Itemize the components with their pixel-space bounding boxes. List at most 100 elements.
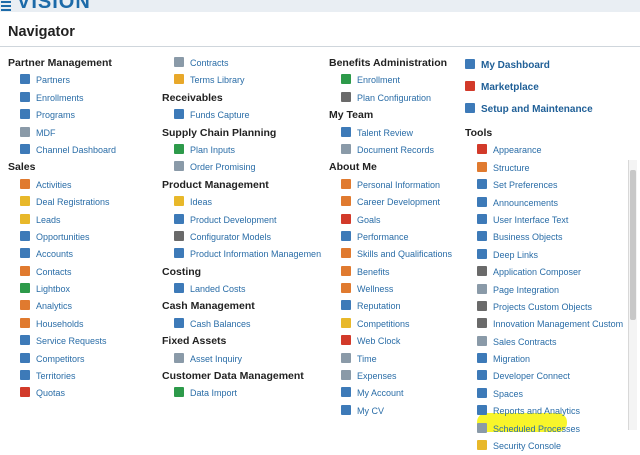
- nav-item-career-development[interactable]: Career Development: [329, 194, 459, 211]
- nav-item-application-composer[interactable]: Application Composer: [465, 264, 625, 281]
- nav-item-label: Scheduled Processes: [493, 423, 581, 434]
- nav-item-label: Skills and Qualifications: [357, 249, 453, 260]
- nav-item-territories[interactable]: Territories: [8, 368, 158, 385]
- nav-item-label: Product Development: [190, 214, 277, 225]
- nav-item-label: Document Records: [357, 144, 435, 155]
- hamburger-icon[interactable]: [1, 0, 11, 11]
- nav-item-label: Talent Review: [357, 127, 414, 138]
- enrollments-icon: [20, 91, 30, 102]
- nav-item-reputation[interactable]: Reputation: [329, 298, 459, 315]
- link-label: Setup and Maintenance: [481, 104, 593, 115]
- nav-item-product-information-managemen[interactable]: Product Information Managemen...: [162, 246, 322, 263]
- nav-item-appearance[interactable]: Appearance: [465, 142, 625, 159]
- nav-item-label: Application Composer: [493, 267, 582, 278]
- nav-item-goals[interactable]: Goals: [329, 212, 459, 229]
- nav-item-web-clock[interactable]: Web Clock: [329, 333, 459, 350]
- nav-item-personal-information[interactable]: Personal Information: [329, 177, 459, 194]
- mdf-icon: [20, 126, 30, 137]
- nav-item-landed-costs[interactable]: Landed Costs: [162, 281, 322, 298]
- nav-item-product-development[interactable]: Product Development: [162, 212, 322, 229]
- quotas-icon: [20, 387, 30, 398]
- nav-item-ideas[interactable]: Ideas: [162, 194, 322, 211]
- nav-item-my-account[interactable]: My Account: [329, 385, 459, 402]
- nav-item-skills-and-qualifications[interactable]: Skills and Qualifications: [329, 246, 459, 263]
- link-label: Marketplace: [481, 82, 539, 93]
- nav-item-structure[interactable]: Structure: [465, 160, 625, 177]
- nav-item-label: Partners: [36, 75, 71, 86]
- nav-item-label: Web Clock: [357, 336, 401, 347]
- setup-icon: [465, 103, 475, 113]
- navigator-column-3: Benefits Administration Enrollment Plan Co…: [329, 55, 459, 420]
- nav-item-label: MDF: [36, 127, 56, 138]
- link-marketplace[interactable]: Marketplace: [465, 77, 625, 99]
- nav-item-scheduled-processes[interactable]: Scheduled Processes: [465, 421, 625, 438]
- nav-item-deep-links[interactable]: Deep Links: [465, 247, 625, 264]
- nav-item-enrollments[interactable]: Enrollments: [8, 90, 158, 107]
- nav-item-terms-library[interactable]: Terms Library: [162, 72, 322, 89]
- nav-item-data-import[interactable]: Data Import: [162, 385, 322, 402]
- nav-item-business-objects[interactable]: Business Objects: [465, 229, 625, 246]
- nav-item-lightbox[interactable]: Lightbox: [8, 281, 158, 298]
- nav-item-channel-dashboard[interactable]: Channel Dashboard: [8, 142, 158, 159]
- nav-item-plan-inputs[interactable]: Plan Inputs: [162, 142, 322, 159]
- nav-item-spaces[interactable]: Spaces: [465, 386, 625, 403]
- nav-item-wellness[interactable]: Wellness: [329, 281, 459, 298]
- nav-item-my-cv[interactable]: My CV: [329, 403, 459, 420]
- nav-item-label: Innovation Management Custom ...: [493, 319, 625, 330]
- nav-item-households[interactable]: Households: [8, 316, 158, 333]
- nav-item-configurator-models[interactable]: Configurator Models: [162, 229, 322, 246]
- nav-item-contacts[interactable]: Contacts: [8, 264, 158, 281]
- nav-item-time[interactable]: Time: [329, 351, 459, 368]
- nav-item-mdf[interactable]: MDF: [8, 125, 158, 142]
- nav-item-enrollment[interactable]: Enrollment: [329, 72, 459, 89]
- nav-item-activities[interactable]: Activities: [8, 177, 158, 194]
- section-heading: Fixed Assets: [162, 335, 227, 348]
- link-setup-and-maintenance[interactable]: Setup and Maintenance: [465, 99, 625, 121]
- analytics-icon: [20, 300, 30, 311]
- nav-item-plan-configuration[interactable]: Plan Configuration: [329, 90, 459, 107]
- nav-item-deal-registrations[interactable]: Deal Registrations: [8, 194, 158, 211]
- nav-item-page-integration[interactable]: Page Integration: [465, 282, 625, 299]
- nav-item-security-console[interactable]: Security Console: [465, 438, 625, 455]
- nav-item-partners[interactable]: Partners: [8, 72, 158, 89]
- nav-item-analytics[interactable]: Analytics: [8, 298, 158, 315]
- nav-item-projects-custom-objects[interactable]: Projects Custom Objects: [465, 299, 625, 316]
- nav-item-performance[interactable]: Performance: [329, 229, 459, 246]
- nav-item-benefits[interactable]: Benefits: [329, 264, 459, 281]
- nav-item-accounts[interactable]: Accounts: [8, 246, 158, 263]
- nav-item-quotas[interactable]: Quotas: [8, 385, 158, 402]
- section-heading: My Team: [329, 109, 374, 122]
- nav-item-reports-and-analytics[interactable]: Reports and Analytics: [465, 403, 625, 420]
- nav-item-leads[interactable]: Leads: [8, 212, 158, 229]
- link-my-dashboard[interactable]: My Dashboard: [465, 55, 625, 77]
- nav-item-order-promising[interactable]: Order Promising: [162, 159, 322, 176]
- contracts-icon: [174, 57, 184, 67]
- announcements-icon: [477, 196, 487, 207]
- nav-item-opportunities[interactable]: Opportunities: [8, 229, 158, 246]
- nav-item-asset-inquiry[interactable]: Asset Inquiry: [162, 351, 322, 368]
- nav-item-funds-capture[interactable]: Funds Capture: [162, 107, 322, 124]
- nav-item-innovation-management-custom[interactable]: Innovation Management Custom ...: [465, 316, 625, 333]
- nav-item-contracts[interactable]: Contracts: [162, 55, 322, 72]
- nav-item-competitors[interactable]: Competitors: [8, 351, 158, 368]
- nav-item-label: Security Console: [493, 441, 562, 452]
- nav-item-label: Terms Library: [190, 75, 245, 86]
- developer-connect-icon: [477, 370, 487, 381]
- nav-item-user-interface-text[interactable]: User Interface Text: [465, 212, 625, 229]
- nav-item-developer-connect[interactable]: Developer Connect: [465, 368, 625, 385]
- nav-item-programs[interactable]: Programs: [8, 107, 158, 124]
- plan-configuration-icon: [341, 91, 351, 102]
- scrollbar-thumb[interactable]: [630, 170, 636, 320]
- nav-item-announcements[interactable]: Announcements: [465, 195, 625, 212]
- nav-item-cash-balances[interactable]: Cash Balances: [162, 316, 322, 333]
- nav-item-migration[interactable]: Migration: [465, 351, 625, 368]
- nav-item-set-preferences[interactable]: Set Preferences: [465, 177, 625, 194]
- nav-item-talent-review[interactable]: Talent Review: [329, 125, 459, 142]
- landed-costs-icon: [174, 283, 184, 294]
- page-title: Navigator: [8, 24, 75, 40]
- nav-item-service-requests[interactable]: Service Requests: [8, 333, 158, 350]
- nav-item-document-records[interactable]: Document Records: [329, 142, 459, 159]
- nav-item-sales-contracts[interactable]: Sales Contracts: [465, 334, 625, 351]
- nav-item-competitions[interactable]: Competitions: [329, 316, 459, 333]
- nav-item-expenses[interactable]: Expenses: [329, 368, 459, 385]
